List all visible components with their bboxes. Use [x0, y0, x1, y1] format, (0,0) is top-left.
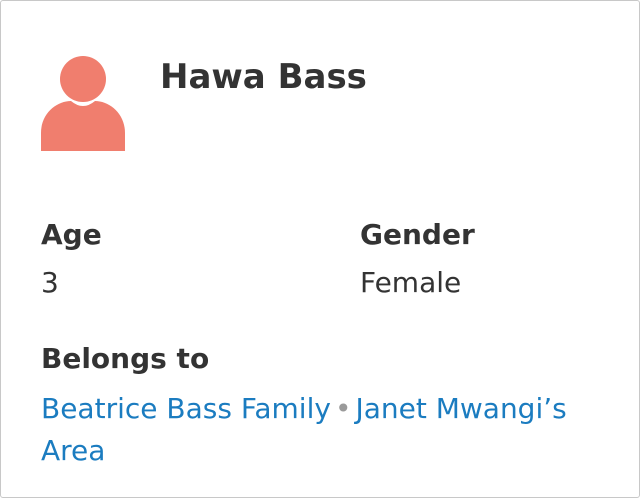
person-icon: [41, 55, 125, 151]
family-link[interactable]: Beatrice Bass Family: [41, 392, 331, 425]
gender-value: Female: [360, 266, 462, 299]
age-label: Age: [41, 218, 102, 251]
gender-label: Gender: [360, 218, 475, 251]
age-value: 3: [41, 266, 59, 299]
belongs-to-value: Beatrice Bass Family • Janet Mwangi’s Area: [41, 388, 621, 472]
contact-summary-card: Hawa Bass Age 3 Gender Female Belongs to…: [0, 0, 640, 498]
separator-dot: •: [334, 392, 352, 425]
belongs-to-label: Belongs to: [41, 342, 210, 375]
contact-name: Hawa Bass: [160, 57, 367, 97]
